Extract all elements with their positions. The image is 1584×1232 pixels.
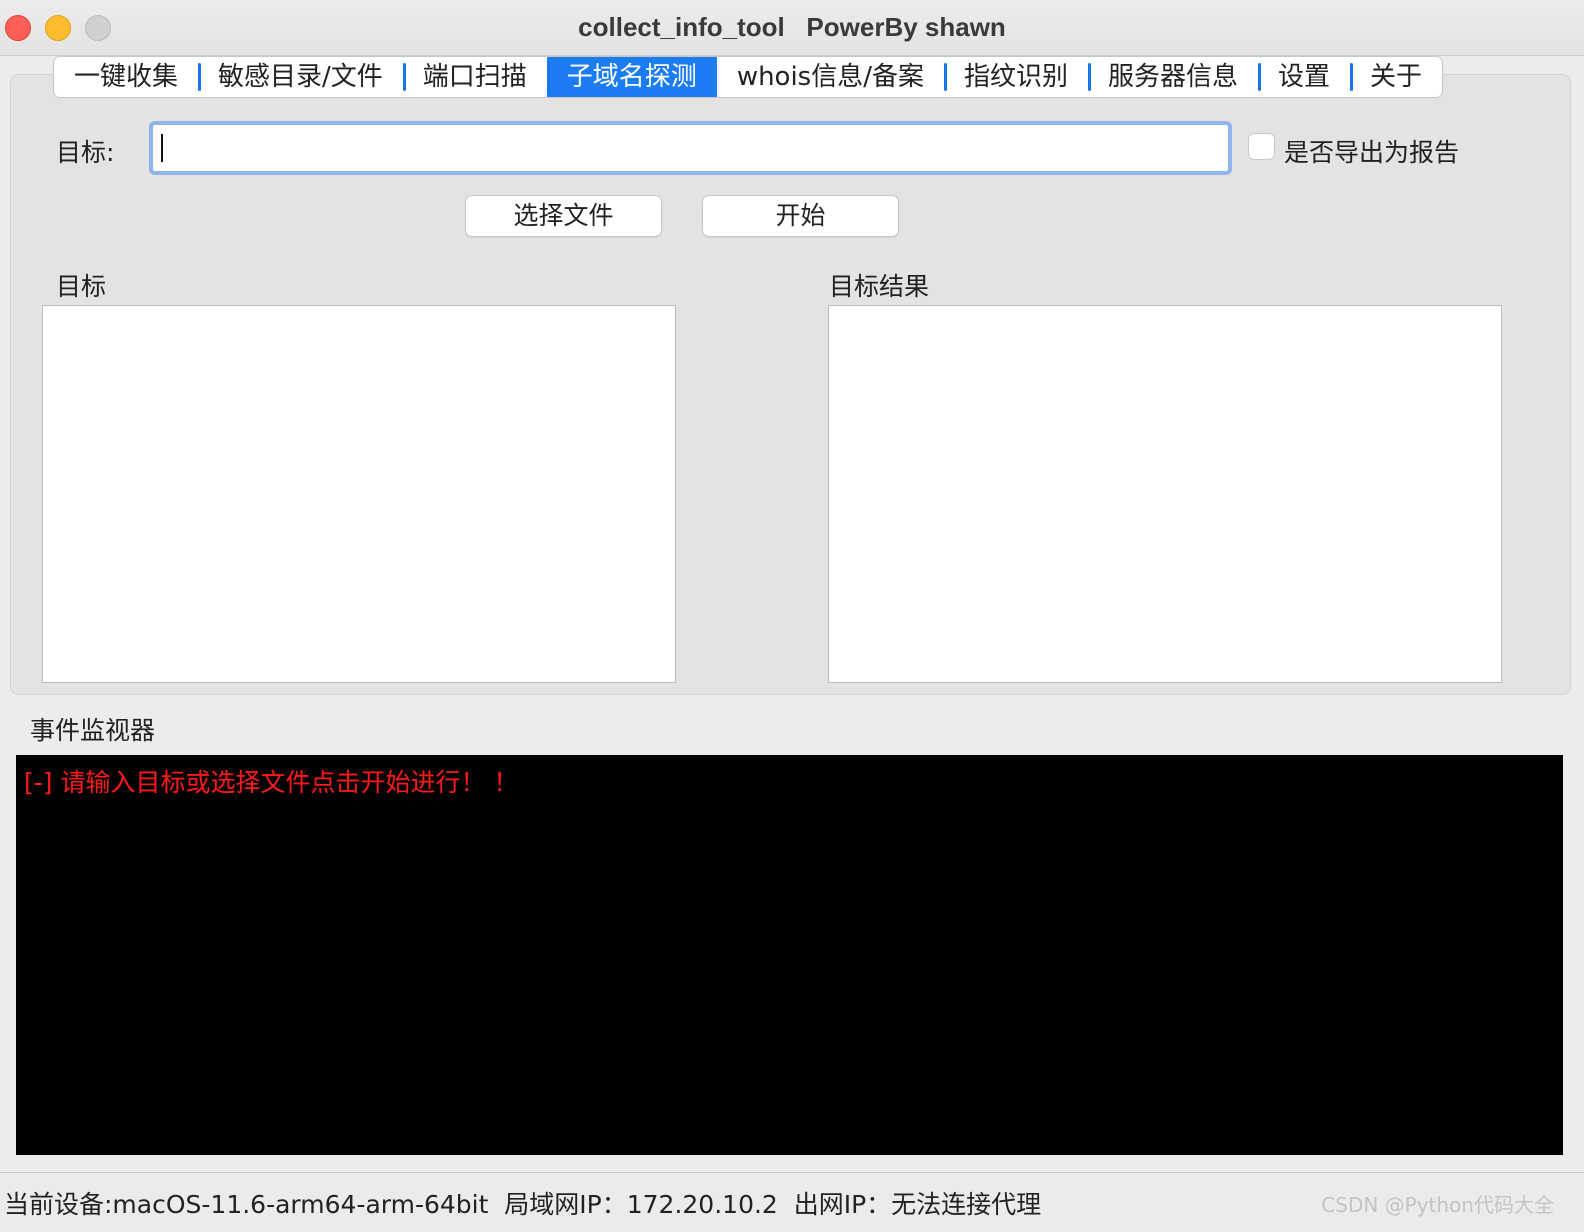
- window-title: collect_info_tool PowerBy shawn: [578, 12, 1006, 42]
- results-pane-title: 目标结果: [829, 272, 930, 301]
- tab-one-click-collect[interactable]: 一键收集: [54, 57, 198, 97]
- target-label: 目标:: [56, 138, 115, 167]
- results-list[interactable]: [828, 305, 1502, 683]
- tab-sensitive-dirs[interactable]: 敏感目录/文件: [198, 57, 403, 97]
- event-monitor-title: 事件监视器: [30, 716, 156, 745]
- text-caret: [161, 134, 163, 162]
- tab-about[interactable]: 关于: [1350, 57, 1442, 97]
- status-text: 当前设备:macOS-11.6-arm64-arm-64bit 局域网IP：17…: [4, 1190, 1042, 1219]
- tab-bar: 一键收集 敏感目录/文件 端口扫描 子域名探测 whois信息/备案 指纹识别 …: [53, 56, 1444, 98]
- export-report-label[interactable]: 是否导出为报告: [1284, 133, 1459, 169]
- tab-port-scan[interactable]: 端口扫描: [402, 57, 547, 97]
- target-input[interactable]: [153, 125, 1228, 171]
- title-bar: collect_info_tool PowerBy shawn: [0, 0, 1584, 56]
- targets-list[interactable]: [42, 305, 676, 683]
- targets-pane-title: 目标: [56, 272, 107, 301]
- tab-subdomain-detect[interactable]: 子域名探测: [546, 57, 717, 97]
- tab-whois[interactable]: whois信息/备案: [717, 57, 944, 97]
- tab-server-info[interactable]: 服务器信息: [1088, 57, 1258, 97]
- choose-file-button[interactable]: 选择文件: [465, 195, 662, 237]
- start-button[interactable]: 开始: [702, 195, 899, 237]
- status-bar: 当前设备:macOS-11.6-arm64-arm-64bit 局域网IP：17…: [0, 1172, 1584, 1232]
- tab-fingerprint[interactable]: 指纹识别: [944, 57, 1088, 97]
- target-input-frame[interactable]: [149, 121, 1232, 175]
- tab-settings[interactable]: 设置: [1258, 57, 1350, 97]
- app-window: collect_info_tool PowerBy shawn 一键收集 敏感目…: [0, 0, 1584, 1232]
- console-line: [-] 请输入目标或选择文件点击开始进行！ ！: [24, 768, 519, 797]
- export-report-checkbox[interactable]: [1248, 133, 1275, 160]
- watermark: CSDN @Python代码大全: [1321, 1193, 1554, 1217]
- event-monitor-console[interactable]: [-] 请输入目标或选择文件点击开始进行！ ！: [16, 755, 1563, 1155]
